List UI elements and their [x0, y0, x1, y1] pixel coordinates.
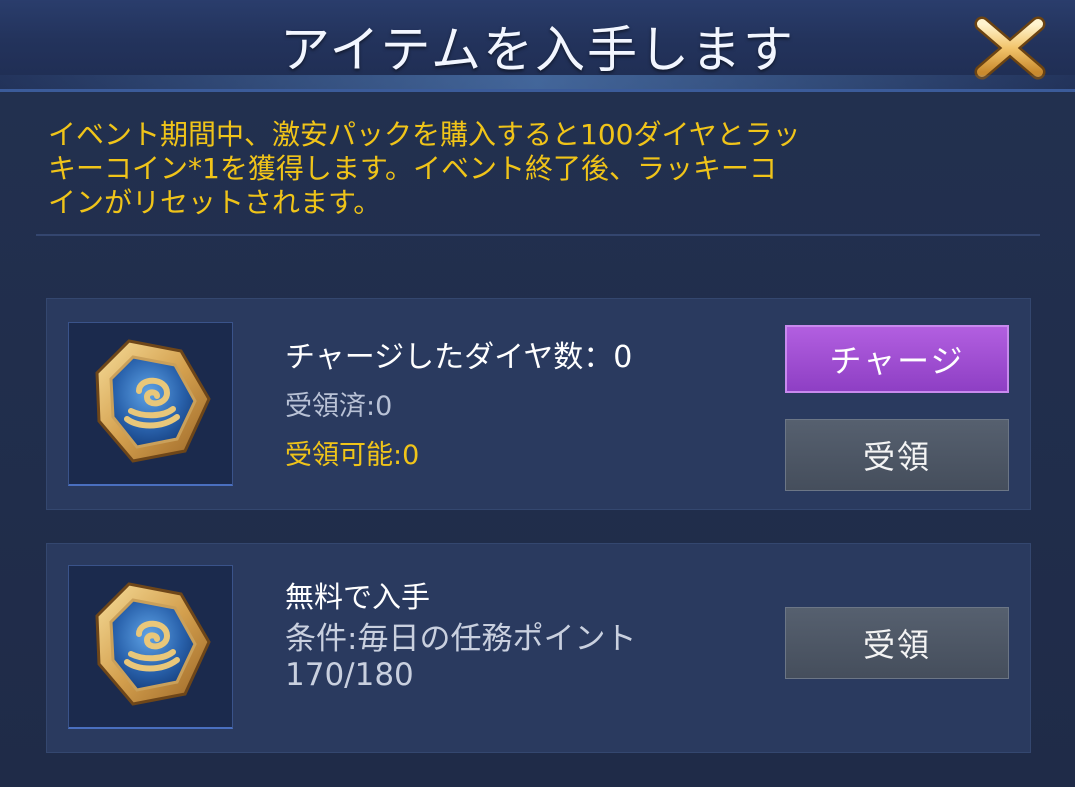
lucky-coin-icon: [95, 339, 211, 463]
divider: [36, 234, 1040, 236]
charged-diamond-count: チャージしたダイヤ数：0: [285, 340, 633, 375]
reward-card-free: 無料で入手 条件:毎日の任務ポイント 170/180 受領: [46, 543, 1031, 753]
close-icon: [974, 16, 1046, 80]
free-reward-title: 無料で入手: [285, 580, 431, 614]
reward-icon-frame: [68, 565, 233, 729]
event-description: イベント期間中、激安パックを購入すると100ダイヤとラッ キーコイン*1を獲得し…: [48, 118, 801, 219]
claim-button[interactable]: 受領: [785, 419, 1009, 491]
dialog-header: アイテムを入手します: [0, 0, 1075, 92]
close-button[interactable]: [968, 10, 1052, 86]
dialog-title: アイテムを入手します: [280, 21, 795, 79]
lucky-coin-icon: [95, 582, 211, 706]
reward-card-charge: チャージしたダイヤ数：0 受領済:0 受領可能:0 チャージ 受領: [46, 298, 1031, 510]
claimable-count: 受領可能:0: [285, 440, 420, 471]
condition-text: 条件:毎日の任務ポイント: [285, 621, 637, 657]
charge-button[interactable]: チャージ: [785, 325, 1009, 393]
reward-icon-frame: [68, 322, 233, 486]
condition-progress: 170/180: [285, 657, 414, 693]
claim-button[interactable]: 受領: [785, 607, 1009, 679]
claimed-count: 受領済:0: [285, 391, 393, 422]
